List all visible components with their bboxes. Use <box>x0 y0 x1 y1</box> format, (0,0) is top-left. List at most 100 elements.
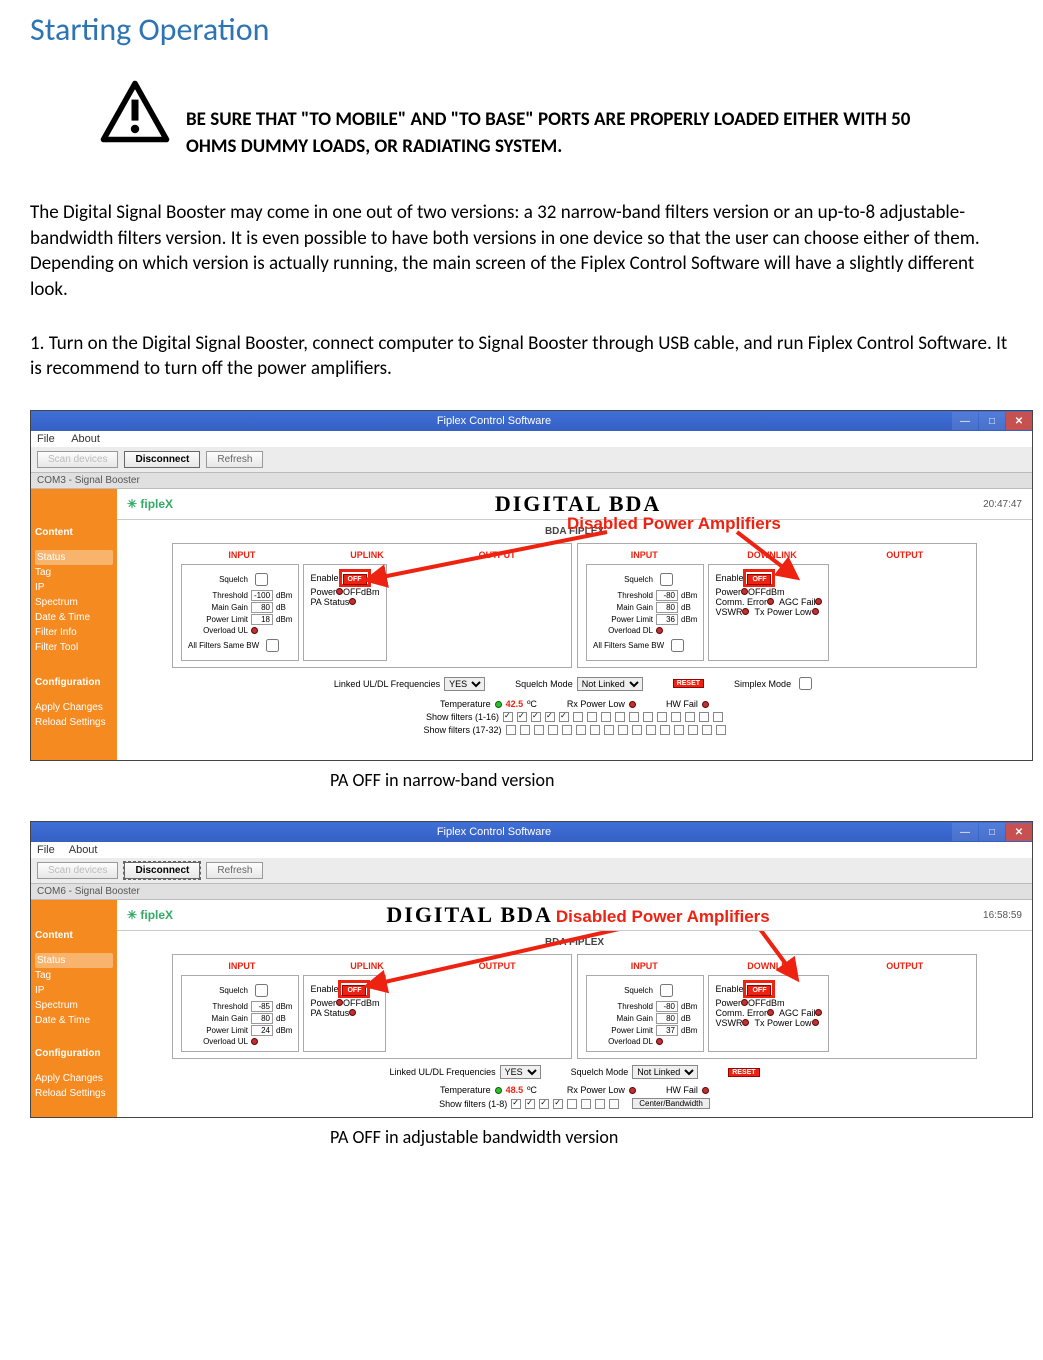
filt-cb[interactable] <box>702 725 712 735</box>
sidebar-item-spectrum[interactable]: Spectrum <box>35 998 113 1013</box>
close-button[interactable]: ✕ <box>1006 412 1032 430</box>
filt-cb[interactable] <box>646 725 656 735</box>
sidebar-item-spectrum[interactable]: Spectrum <box>35 595 113 610</box>
dl-enable-toggle[interactable]: OFF <box>747 574 771 585</box>
filt-cb[interactable] <box>674 725 684 735</box>
ul-threshold-val[interactable]: -100 <box>251 590 273 601</box>
dl-maingain-val[interactable]: 80 <box>656 1013 678 1024</box>
refresh-button[interactable]: Refresh <box>206 451 263 468</box>
filt-cb[interactable] <box>601 712 611 722</box>
menu-file[interactable]: File <box>37 433 55 445</box>
disconnect-button[interactable]: Disconnect <box>124 451 200 468</box>
sidebar-item-datetime[interactable]: Date & Time <box>35 610 113 625</box>
filt-cb[interactable] <box>520 725 530 735</box>
squelchmode-select[interactable]: Not Linked <box>632 1065 698 1079</box>
filt-cb[interactable] <box>525 1099 535 1109</box>
filt-cb[interactable] <box>595 1099 605 1109</box>
dl-enable-toggle[interactable]: OFF <box>747 985 771 996</box>
ul-powerlimit-val[interactable]: 24 <box>251 1025 273 1036</box>
menu-about[interactable]: About <box>71 433 100 445</box>
filt-cb[interactable] <box>685 712 695 722</box>
sidebar-item-tag[interactable]: Tag <box>35 565 113 580</box>
dl-maingain-val[interactable]: 80 <box>656 602 678 613</box>
maximize-button[interactable]: □ <box>979 412 1005 430</box>
maximize-button[interactable]: □ <box>979 823 1005 841</box>
reset-button[interactable]: RESET <box>728 1068 759 1077</box>
sidebar-item-apply[interactable]: Apply Changes <box>35 1071 113 1086</box>
filt-cb[interactable] <box>657 712 667 722</box>
squelchmode-select[interactable]: Not Linked <box>577 677 643 691</box>
device-tab[interactable]: COM6 - Signal Booster <box>31 884 1032 900</box>
reset-button[interactable]: RESET <box>673 679 704 688</box>
sidebar-item-reload[interactable]: Reload Settings <box>35 1086 113 1101</box>
ul-maingain-val[interactable]: 80 <box>251 1013 273 1024</box>
filt-cb[interactable] <box>573 712 583 722</box>
filt-cb[interactable] <box>632 725 642 735</box>
filt-cb[interactable] <box>587 712 597 722</box>
filt-cb[interactable] <box>688 725 698 735</box>
device-tab[interactable]: COM3 - Signal Booster <box>31 473 1032 489</box>
dl-allfilters-checkbox[interactable] <box>671 639 684 652</box>
minimize-button[interactable]: — <box>952 412 978 430</box>
filt-cb[interactable] <box>629 712 639 722</box>
ul-squelch-checkbox[interactable] <box>255 984 268 997</box>
filt-cb[interactable] <box>503 712 513 722</box>
sidebar-item-tag[interactable]: Tag <box>35 968 113 983</box>
filt-cb[interactable] <box>699 712 709 722</box>
filt-cb[interactable] <box>559 712 569 722</box>
filt-cb[interactable] <box>643 712 653 722</box>
filt-cb[interactable] <box>531 712 541 722</box>
filt-cb[interactable] <box>660 725 670 735</box>
ul-allfilters-checkbox[interactable] <box>266 639 279 652</box>
filt-cb[interactable] <box>567 1099 577 1109</box>
disconnect-button[interactable]: Disconnect <box>124 862 200 879</box>
filt-cb[interactable] <box>671 712 681 722</box>
filt-cb[interactable] <box>506 725 516 735</box>
filt-cb[interactable] <box>581 1099 591 1109</box>
minimize-button[interactable]: — <box>952 823 978 841</box>
filt-cb[interactable] <box>609 1099 619 1109</box>
sidebar-item-ip[interactable]: IP <box>35 983 113 998</box>
linked-freq-select[interactable]: YES <box>444 677 485 691</box>
ul-enable-toggle[interactable]: OFF <box>343 574 367 585</box>
filt-cb[interactable] <box>511 1099 521 1109</box>
filt-cb[interactable] <box>534 725 544 735</box>
ul-maingain-val[interactable]: 80 <box>251 602 273 613</box>
filt-cb[interactable] <box>548 725 558 735</box>
filt-cb[interactable] <box>562 725 572 735</box>
close-button[interactable]: ✕ <box>1006 823 1032 841</box>
sidebar-item-status[interactable]: Status <box>35 953 113 968</box>
ul-enable-toggle[interactable]: OFF <box>342 985 366 996</box>
filt-cb[interactable] <box>517 712 527 722</box>
dl-threshold-val[interactable]: -80 <box>656 590 678 601</box>
filt-cb[interactable] <box>615 712 625 722</box>
linked-freq-select[interactable]: YES <box>500 1065 541 1079</box>
filt-cb[interactable] <box>713 712 723 722</box>
dl-powerlimit-val[interactable]: 36 <box>656 614 678 625</box>
sidebar-item-datetime[interactable]: Date & Time <box>35 1013 113 1028</box>
menu-file[interactable]: File <box>37 844 55 856</box>
filt-cb[interactable] <box>618 725 628 735</box>
ul-threshold-val[interactable]: -85 <box>251 1001 273 1012</box>
dl-squelch-checkbox[interactable] <box>660 573 673 586</box>
ul-squelch-checkbox[interactable] <box>255 573 268 586</box>
dl-threshold-val[interactable]: -80 <box>656 1001 678 1012</box>
scan-button[interactable]: Scan devices <box>37 451 118 468</box>
scan-button[interactable]: Scan devices <box>37 862 118 879</box>
filt-cb[interactable] <box>545 712 555 722</box>
ul-powerlimit-val[interactable]: 18 <box>251 614 273 625</box>
sidebar-item-filtertool[interactable]: Filter Tool <box>35 640 113 655</box>
sidebar-item-ip[interactable]: IP <box>35 580 113 595</box>
menu-about[interactable]: About <box>69 844 98 856</box>
sidebar-item-apply[interactable]: Apply Changes <box>35 700 113 715</box>
sidebar-item-status[interactable]: Status <box>35 550 113 565</box>
filt-cb[interactable] <box>553 1099 563 1109</box>
sidebar-item-reload[interactable]: Reload Settings <box>35 715 113 730</box>
center-bandwidth-button[interactable]: Center/Bandwidth <box>632 1098 710 1109</box>
filt-cb[interactable] <box>716 725 726 735</box>
filt-cb[interactable] <box>590 725 600 735</box>
refresh-button[interactable]: Refresh <box>206 862 263 879</box>
dl-powerlimit-val[interactable]: 37 <box>656 1025 678 1036</box>
simplex-checkbox[interactable] <box>799 677 812 690</box>
filt-cb[interactable] <box>576 725 586 735</box>
